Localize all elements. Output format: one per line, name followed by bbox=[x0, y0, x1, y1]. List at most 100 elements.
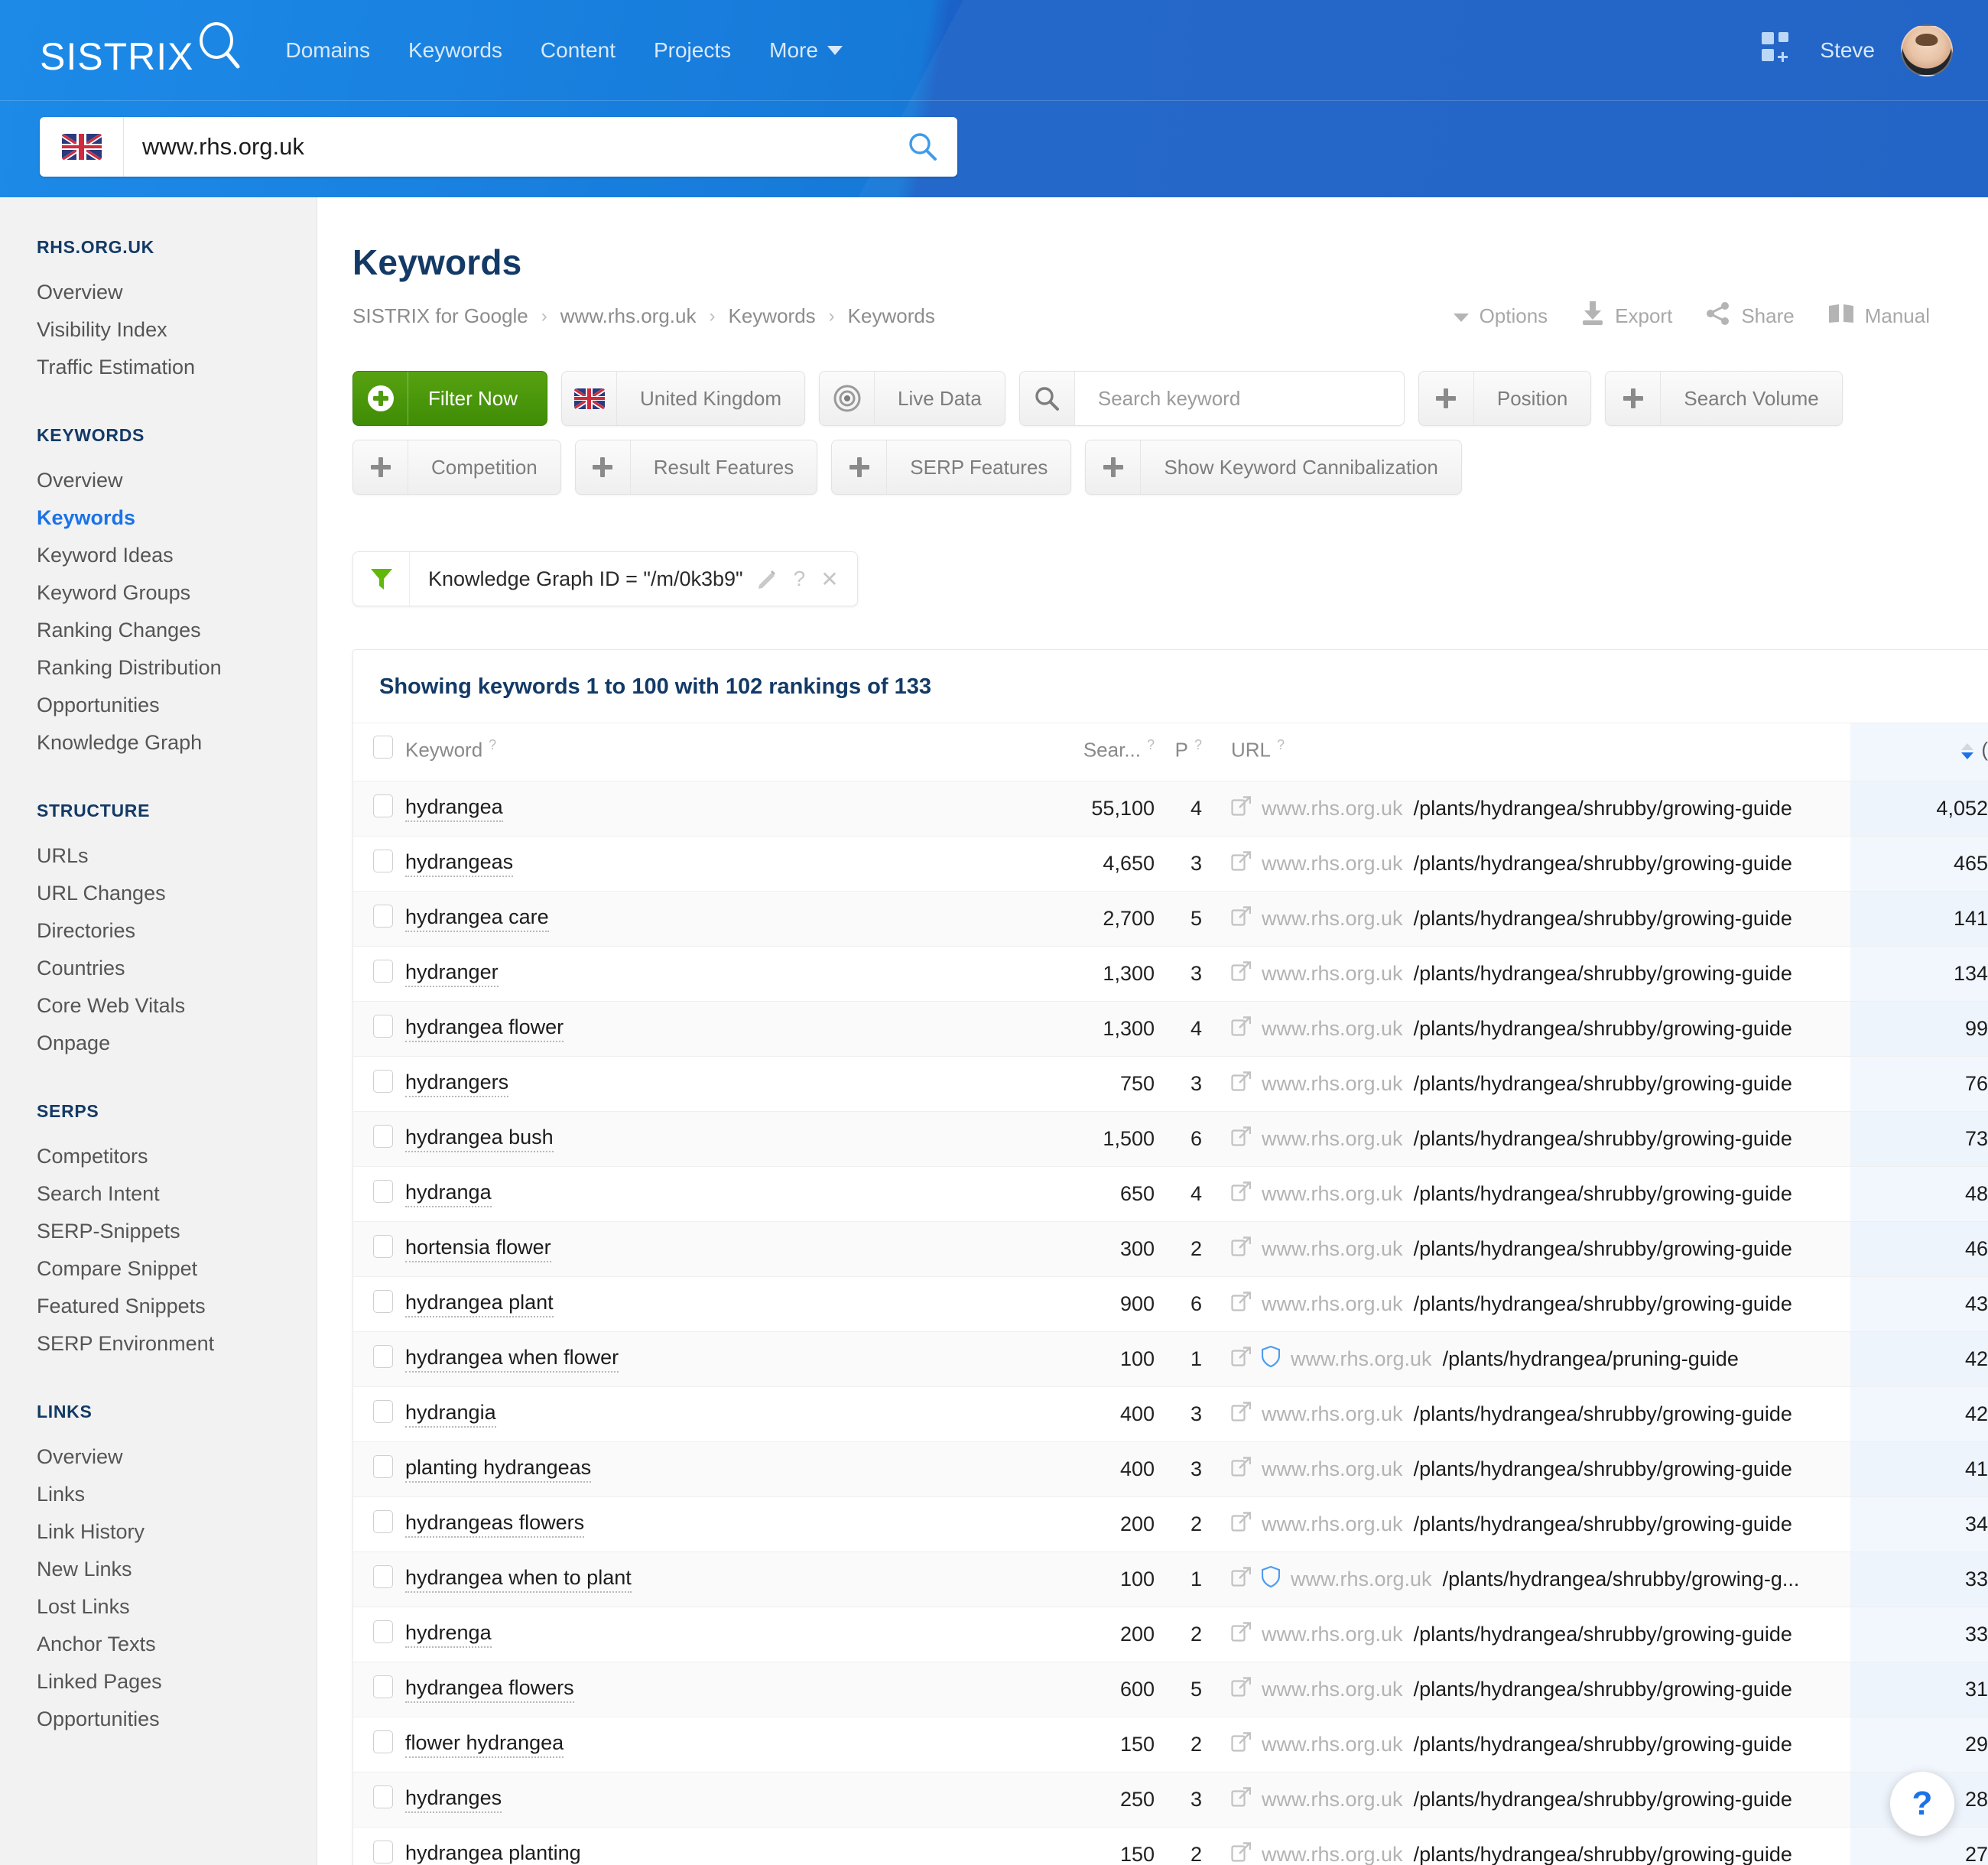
sidebar-item-compare-snippet[interactable]: Compare Snippet bbox=[37, 1251, 317, 1288]
table-row[interactable]: hydrangea when to plant 100 1 www.rhs.org.u… bbox=[353, 1551, 1988, 1607]
sidebar-item-links[interactable]: Links bbox=[37, 1477, 317, 1514]
apps-add-icon[interactable] bbox=[1762, 32, 1794, 68]
external-link-icon[interactable] bbox=[1231, 961, 1252, 986]
keyword-link[interactable]: hydrangea bush bbox=[405, 1126, 554, 1152]
nav-item-projects[interactable]: Projects bbox=[654, 38, 731, 63]
add-result-features-filter-button[interactable]: Result Features bbox=[574, 440, 818, 495]
filter-country-button[interactable]: United Kingdom bbox=[561, 371, 806, 426]
help-fab-button[interactable]: ? bbox=[1890, 1772, 1954, 1836]
row-checkbox[interactable] bbox=[373, 1510, 393, 1533]
help-icon[interactable]: ? bbox=[1147, 737, 1155, 752]
external-link-icon[interactable] bbox=[1231, 1236, 1252, 1262]
external-link-icon[interactable] bbox=[1231, 1677, 1252, 1702]
row-checkbox[interactable] bbox=[373, 1675, 393, 1698]
external-link-icon[interactable] bbox=[1231, 1126, 1252, 1152]
share-button[interactable]: Share bbox=[1706, 301, 1795, 331]
table-row[interactable]: hydrangea flowers 600 5 www.rhs.org.uk/plan… bbox=[353, 1662, 1988, 1717]
row-checkbox[interactable] bbox=[373, 1400, 393, 1423]
sidebar-item-knowledge-graph[interactable]: Knowledge Graph bbox=[37, 725, 317, 762]
external-link-icon[interactable] bbox=[1231, 1512, 1252, 1537]
sort-descending-icon[interactable] bbox=[1961, 742, 1974, 759]
column-header-traffic[interactable]: ( bbox=[1850, 723, 1988, 781]
external-link-icon[interactable] bbox=[1231, 1842, 1252, 1865]
add-competition-filter-button[interactable]: Competition bbox=[352, 440, 561, 495]
external-link-icon[interactable] bbox=[1231, 1181, 1252, 1207]
export-button[interactable]: Export bbox=[1581, 301, 1672, 331]
table-row[interactable]: hydrenga 200 2 www.rhs.org.uk/plants/hydran… bbox=[353, 1607, 1988, 1662]
external-link-icon[interactable] bbox=[1231, 1016, 1252, 1041]
sidebar-item-countries[interactable]: Countries bbox=[37, 950, 317, 988]
domain-search-box[interactable]: www.rhs.org.uk bbox=[40, 117, 957, 177]
keyword-link[interactable]: hydrangea when to plant bbox=[405, 1566, 632, 1593]
table-row[interactable]: hydrangia 400 3 www.rhs.org.uk/plants/hydra… bbox=[353, 1386, 1988, 1442]
keyword-link[interactable]: planting hydrangeas bbox=[405, 1456, 592, 1483]
external-link-icon[interactable] bbox=[1231, 796, 1252, 821]
row-checkbox[interactable] bbox=[373, 1125, 393, 1148]
keyword-link[interactable]: hydrangea care bbox=[405, 905, 549, 932]
table-row[interactable]: hydrangea flower 1,300 4 www.rhs.org.uk/pla… bbox=[353, 1001, 1988, 1057]
keyword-link[interactable]: hydrangea planting bbox=[405, 1841, 581, 1865]
nav-item-keywords[interactable]: Keywords bbox=[408, 38, 502, 63]
row-checkbox[interactable] bbox=[373, 1455, 393, 1478]
external-link-icon[interactable] bbox=[1231, 1457, 1252, 1482]
keyword-link[interactable]: hydrangia bbox=[405, 1401, 496, 1428]
select-all-checkbox[interactable] bbox=[373, 736, 393, 759]
table-row[interactable]: planting hydrangeas 400 3 www.rhs.org.uk/pl… bbox=[353, 1441, 1988, 1497]
domain-search-input[interactable]: www.rhs.org.uk bbox=[124, 117, 888, 177]
keyword-link[interactable]: hydranges bbox=[405, 1786, 502, 1813]
manual-button[interactable]: Manual bbox=[1828, 304, 1930, 329]
external-link-icon[interactable] bbox=[1231, 1622, 1252, 1647]
keyword-link[interactable]: hydrenga bbox=[405, 1621, 492, 1648]
show-keyword-cannibalization-button[interactable]: Show Keyword Cannibalization bbox=[1085, 440, 1462, 495]
table-row[interactable]: hydrangea plant 900 6 www.rhs.org.uk/plants… bbox=[353, 1276, 1988, 1332]
external-link-icon[interactable] bbox=[1231, 1071, 1252, 1097]
row-checkbox[interactable] bbox=[373, 960, 393, 983]
breadcrumb-item-2[interactable]: www.rhs.org.uk bbox=[560, 304, 697, 328]
row-checkbox[interactable] bbox=[373, 1841, 393, 1863]
keyword-link[interactable]: hydranga bbox=[405, 1181, 492, 1207]
keyword-link[interactable]: hydrangea plant bbox=[405, 1291, 554, 1318]
add-search-volume-filter-button[interactable]: Search Volume bbox=[1605, 371, 1843, 426]
keyword-link[interactable]: hydrangeas bbox=[405, 850, 514, 877]
keyword-link[interactable]: flower hydrangea bbox=[405, 1731, 564, 1758]
sidebar-item-url-changes[interactable]: URL Changes bbox=[37, 876, 317, 913]
sidebar-item-keyword-groups[interactable]: Keyword Groups bbox=[37, 575, 317, 612]
row-checkbox[interactable] bbox=[373, 1070, 393, 1093]
help-icon[interactable]: ? bbox=[489, 737, 496, 752]
row-checkbox[interactable] bbox=[373, 850, 393, 872]
keyword-link[interactable]: hydrangea flowers bbox=[405, 1676, 574, 1703]
table-row[interactable]: hydranga 650 4 www.rhs.org.uk/plants/hydran… bbox=[353, 1166, 1988, 1222]
help-icon[interactable]: ? bbox=[1277, 737, 1285, 752]
table-row[interactable]: hydrangea bush 1,500 6 www.rhs.org.uk/plant… bbox=[353, 1111, 1988, 1167]
sidebar-item-competitors[interactable]: Competitors bbox=[37, 1139, 317, 1176]
row-checkbox[interactable] bbox=[373, 1180, 393, 1203]
external-link-icon[interactable] bbox=[1231, 1347, 1252, 1372]
external-link-icon[interactable] bbox=[1231, 1787, 1252, 1812]
table-row[interactable]: hydrangea when flower 100 1 www.rhs.org.uk /… bbox=[353, 1331, 1988, 1387]
external-link-icon[interactable] bbox=[1231, 1567, 1252, 1592]
sidebar-item-new-links[interactable]: New Links bbox=[37, 1551, 317, 1589]
table-row[interactable]: hortensia flower 300 2 www.rhs.org.uk/plant… bbox=[353, 1221, 1988, 1277]
options-button[interactable]: Options bbox=[1453, 304, 1548, 328]
sidebar-item-lost-links[interactable]: Lost Links bbox=[37, 1589, 317, 1626]
keyword-link[interactable]: hydrangea when flower bbox=[405, 1346, 619, 1373]
sidebar-item-link-history[interactable]: Link History bbox=[37, 1514, 317, 1551]
row-checkbox[interactable] bbox=[373, 1345, 393, 1368]
breadcrumb-item-1[interactable]: SISTRIX for Google bbox=[352, 304, 528, 328]
active-filter-chip[interactable]: Knowledge Graph ID = "/m/0k3b9" ? ✕ bbox=[352, 551, 858, 606]
column-header-url[interactable]: URL? bbox=[1202, 723, 1850, 781]
row-checkbox[interactable] bbox=[373, 1290, 393, 1313]
question-icon[interactable]: ? bbox=[794, 567, 806, 591]
filter-now-button[interactable]: Filter Now bbox=[352, 371, 548, 426]
external-link-icon[interactable] bbox=[1231, 1292, 1252, 1317]
table-row[interactable]: hydrangea planting 150 2 www.rhs.org.uk/pla… bbox=[353, 1827, 1988, 1865]
sidebar-item-serp-snippets[interactable]: SERP-Snippets bbox=[37, 1214, 317, 1251]
sidebar-item-overview[interactable]: Overview bbox=[37, 1439, 317, 1477]
sidebar-item-linked-pages[interactable]: Linked Pages bbox=[37, 1664, 317, 1701]
external-link-icon[interactable] bbox=[1231, 851, 1252, 876]
row-checkbox[interactable] bbox=[373, 1730, 393, 1753]
sidebar-item-keyword-ideas[interactable]: Keyword Ideas bbox=[37, 538, 317, 575]
table-row[interactable]: hydrangeas 4,650 3 www.rhs.org.uk/plants/hy… bbox=[353, 836, 1988, 892]
row-checkbox[interactable] bbox=[373, 1565, 393, 1588]
keyword-link[interactable]: hydrangea flower bbox=[405, 1015, 564, 1042]
